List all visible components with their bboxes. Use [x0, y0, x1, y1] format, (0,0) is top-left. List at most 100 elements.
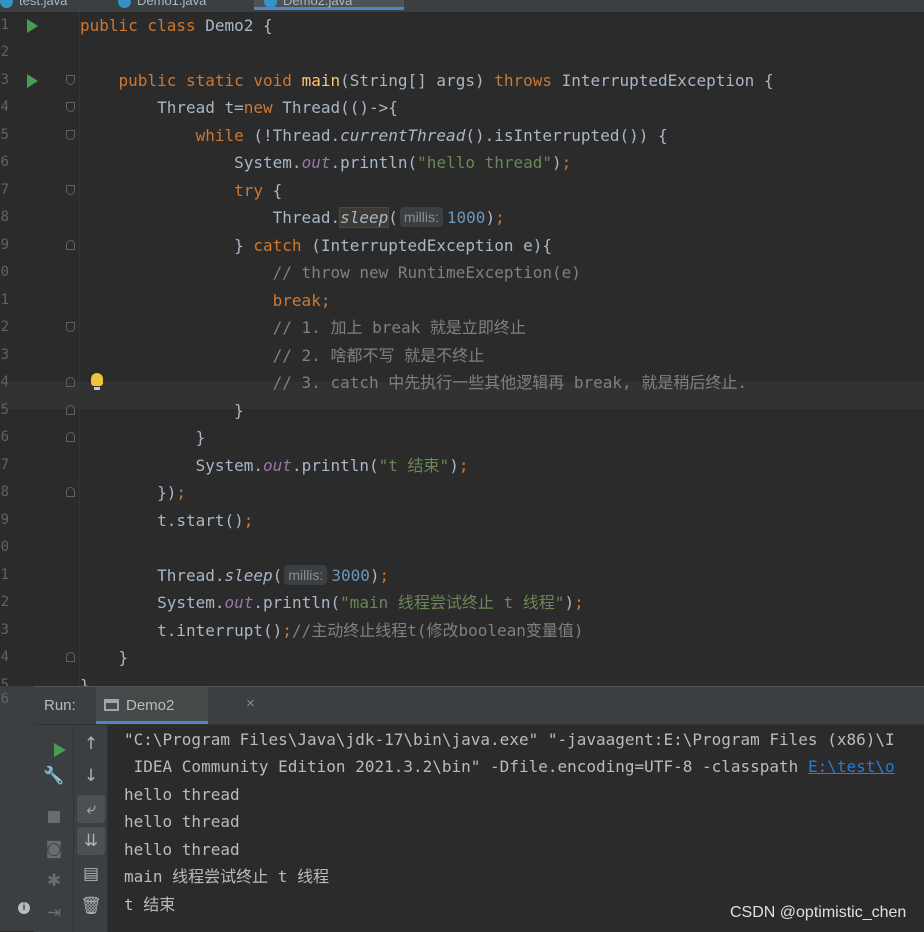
line-number: 2	[0, 594, 9, 610]
rerun-icon[interactable]	[40, 730, 68, 758]
line-number: 7	[0, 457, 9, 473]
string-literal: "main 线程尝试终止 t 线程"	[340, 593, 565, 612]
watermark: CSDN @optimistic_chen	[730, 904, 907, 921]
code-line: 8 Thread.sleep(millis: 1000);	[0, 204, 924, 231]
console-line: t 结束	[124, 895, 176, 914]
line-number: 8	[0, 209, 9, 225]
code-line: 5 }	[0, 397, 924, 424]
code-line: 0	[0, 534, 924, 561]
up-arrow-icon[interactable]: ↑	[77, 730, 105, 758]
code-comment: // 3. catch 中先执行一些其他逻辑再 break, 就是稍后终止.	[272, 373, 747, 392]
line-number: 5	[0, 677, 9, 686]
line-number: 6	[0, 691, 9, 707]
fold-marker-icon[interactable]	[66, 487, 75, 497]
wrench-icon[interactable]: 🔧	[40, 762, 68, 790]
fold-marker-icon[interactable]	[66, 652, 75, 662]
classpath-link[interactable]: E:\test\o	[808, 757, 895, 776]
line-number: 0	[0, 539, 9, 555]
code-line: 4 Thread t=new Thread(()->{	[0, 94, 924, 121]
gutter-separator	[79, 12, 80, 686]
code-line: 9 t.start();	[0, 507, 924, 534]
code-line: 1 Thread.sleep(millis: 3000);	[0, 562, 924, 589]
code-line: 5 }	[0, 672, 924, 686]
soft-wrap-icon[interactable]: ⤶	[77, 795, 105, 823]
code-line: 8 });	[0, 479, 924, 506]
trash-icon[interactable]: 🗑	[77, 892, 105, 920]
camera-icon[interactable]: ◙	[40, 835, 68, 863]
stop-icon[interactable]	[40, 803, 68, 831]
tab-demo1-java[interactable]: Demo1.java	[118, 0, 206, 10]
console-line: hello thread	[124, 812, 240, 831]
string-literal: "t 结束"	[378, 456, 450, 475]
code-line: 9 } catch (InterruptedException e){	[0, 232, 924, 259]
code-line: 4 // 3. catch 中先执行一些其他逻辑再 break, 就是稍后终止.	[0, 369, 924, 396]
line-number: 0	[0, 264, 9, 280]
code-line: 5 while (!Thread.currentThread().isInter…	[0, 122, 924, 149]
line-number: 9	[0, 512, 9, 528]
code-line: 6 }	[0, 424, 924, 451]
code-line: 1 public class Demo2 {	[0, 12, 924, 39]
number-literal: 3000	[331, 566, 370, 585]
fold-marker-icon[interactable]	[66, 102, 75, 112]
code-line: 2 System.out.println("main 线程尝试终止 t 线程")…	[0, 589, 924, 616]
fold-marker-icon[interactable]	[66, 130, 75, 140]
code-line: 6 System.out.println("hello thread");	[0, 149, 924, 176]
run-toolbar-secondary: ↑ ↓ ⤶ ⇊ ▤ 🗑	[74, 725, 108, 932]
console-output[interactable]: "C:\Program Files\Java\jdk-17\bin\java.e…	[124, 725, 924, 932]
code-line: 7 System.out.println("t 结束");	[0, 452, 924, 479]
line-number: 4	[0, 649, 9, 665]
fold-marker-icon[interactable]	[66, 377, 75, 387]
line-number: 6	[0, 429, 9, 445]
fold-marker-icon[interactable]	[66, 432, 75, 442]
code-comment: // 2. 啥都不写 就是不终止	[272, 346, 485, 365]
console-line: hello thread	[124, 785, 240, 804]
line-number: 1	[0, 567, 9, 583]
code-comment: //主动终止线程t(修改boolean变量值)	[291, 621, 584, 640]
code-line: 3 t.interrupt();//主动终止线程t(修改boolean变量值)	[0, 617, 924, 644]
code-line: 7 try {	[0, 177, 924, 204]
line-number: 4	[0, 374, 9, 390]
fold-marker-icon[interactable]	[66, 240, 75, 250]
line-number: 1	[0, 292, 9, 308]
code-line: 3 public static void main(String[] args)…	[0, 67, 924, 94]
line-number: 9	[0, 237, 9, 253]
code-line: 0 // throw new RuntimeException(e)	[0, 259, 924, 286]
java-class-icon	[118, 0, 131, 9]
console-line: IDEA Community Edition 2021.3.2\bin" -Df…	[124, 757, 895, 776]
line-number: 4	[0, 99, 9, 115]
code-line: 3 // 2. 啥都不写 就是不终止	[0, 342, 924, 369]
number-literal: 1000	[446, 208, 486, 227]
run-gutter-icon[interactable]	[27, 74, 38, 88]
print-icon[interactable]: ▤	[77, 860, 105, 888]
bug-icon[interactable]: ✱	[40, 867, 68, 895]
code-comment: // throw new RuntimeException(e)	[272, 263, 581, 282]
run-label: Run:	[44, 697, 76, 714]
run-toolbar-primary: 🔧 ◙ ✱ ⇥	[34, 725, 74, 932]
fold-marker-icon[interactable]	[66, 322, 75, 332]
login-icon[interactable]: ⇥	[40, 899, 68, 927]
code-line: 2	[0, 39, 924, 66]
line-number: 5	[0, 402, 9, 418]
tab-test-java[interactable]: test.java	[0, 0, 67, 10]
line-number: 5	[0, 127, 9, 143]
run-header: Run: Demo2 ×	[34, 687, 924, 725]
line-number: 7	[0, 182, 9, 198]
fold-marker-icon[interactable]	[66, 405, 75, 415]
tab-demo2-java[interactable]: Demo2.java	[254, 0, 404, 10]
fold-marker-icon[interactable]	[66, 75, 75, 85]
close-icon[interactable]: ×	[246, 695, 255, 712]
fold-marker-icon[interactable]	[66, 185, 75, 195]
console-line: main 线程尝试终止 t 线程	[124, 867, 330, 886]
left-tool-stripe: 6	[0, 686, 34, 931]
code-editor[interactable]: 1 public class Demo2 { 2 3 public static…	[0, 12, 924, 686]
scroll-to-end-icon[interactable]: ⇊	[77, 827, 105, 855]
run-gutter-icon[interactable]	[27, 19, 38, 33]
info-icon[interactable]: i	[18, 902, 30, 914]
run-tab-demo2[interactable]: Demo2 ×	[96, 687, 255, 724]
line-number: 6	[0, 154, 9, 170]
console-line: hello thread	[124, 840, 240, 859]
down-arrow-icon[interactable]: ↓	[77, 762, 105, 790]
line-number: 3	[0, 72, 9, 88]
line-number: 2	[0, 319, 9, 335]
line-number: 1	[0, 17, 9, 33]
